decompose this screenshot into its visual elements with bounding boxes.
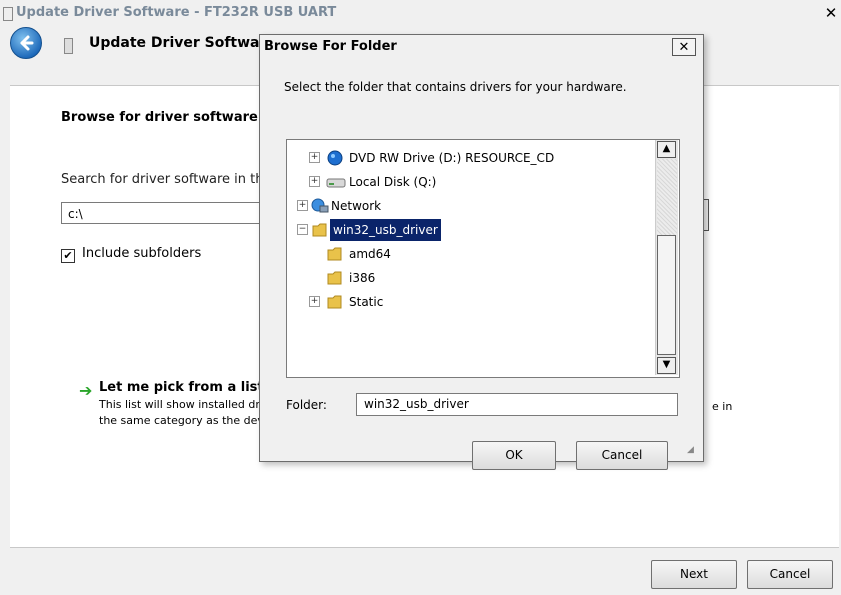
dialog-titlebar: Browse For Folder ✕ [260,35,703,61]
browse-for-folder-dialog: Browse For Folder ✕ Select the folder th… [259,34,704,470]
network-icon [311,198,329,213]
green-arrow-icon: ➔ [79,381,93,400]
back-arrow-icon [20,35,34,51]
ok-button[interactable]: OK [472,441,556,470]
include-subfolders-checkbox[interactable]: ✔ [61,249,75,263]
cancel-button[interactable]: Cancel [747,560,833,589]
dialog-close-button[interactable]: ✕ [672,38,696,56]
device-icon [64,38,73,54]
folder-label: Folder: [286,398,327,412]
folder-input[interactable]: win32_usb_driver [356,393,678,416]
dialog-cancel-button[interactable]: Cancel [576,441,668,470]
tree-item-label: Static [349,295,384,309]
app-icon [3,7,13,21]
folder-icon [327,295,342,309]
main-titlebar: Update Driver Software - FT232R USB UART… [0,0,841,28]
expand-icon[interactable]: + [297,200,308,211]
disk-drive-icon [326,178,346,188]
scroll-up-icon[interactable]: ▲ [657,141,676,158]
main-window-title: Update Driver Software - FT232R USB UART [16,5,337,20]
scroll-track[interactable] [657,159,677,235]
folder-icon [312,223,327,237]
expand-icon[interactable]: + [309,152,320,163]
dialog-title: Browse For Folder [264,39,397,54]
tree-item-label: amd64 [349,247,391,261]
scroll-down-icon[interactable]: ▼ [657,357,676,374]
back-button[interactable] [10,27,42,59]
description-overflow-text: e in [712,400,733,413]
folder-icon [327,247,342,261]
next-button[interactable]: Next [651,560,737,589]
include-subfolders-label: Include subfolders [82,246,202,261]
expand-icon[interactable]: + [309,296,320,307]
tree-scrollbar[interactable]: ▲ ▼ [655,140,678,375]
scroll-thumb[interactable] [657,235,676,355]
tree-item-label: i386 [349,271,376,285]
folder-icon [327,271,342,285]
tree-item-label: Local Disk (Q:) [349,175,437,189]
tree-item-label: win32_usb_driver [330,219,441,241]
resize-grip-icon[interactable]: ◢ [687,445,694,455]
dvd-drive-icon [327,150,343,166]
collapse-icon[interactable]: − [297,224,308,235]
folder-tree[interactable]: + DVD RW Drive (D:) RESOURCE_CD + Local … [286,139,680,378]
pick-description-line2: the same category as the device. [99,414,284,427]
main-close-button[interactable]: ✕ [822,4,840,22]
tree-item-label: Network [331,199,382,213]
dialog-instruction: Select the folder that contains drivers … [284,80,627,94]
expand-icon[interactable]: + [309,176,320,187]
tree-item-label: DVD RW Drive (D:) RESOURCE_CD [349,151,555,165]
